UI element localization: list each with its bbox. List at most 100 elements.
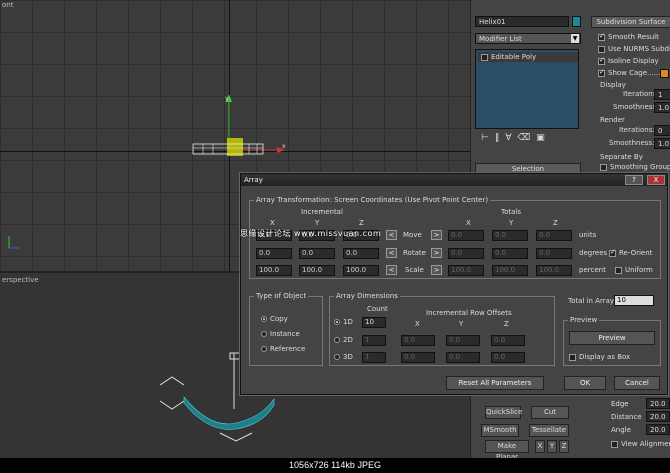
chevron-down-icon[interactable]: ▼ <box>571 34 579 43</box>
copy-radio[interactable]: Copy <box>261 315 288 323</box>
count-2d[interactable]: 1 <box>362 335 386 346</box>
uniform-check[interactable] <box>615 266 622 274</box>
dialog-titlebar[interactable]: Array <box>241 174 667 186</box>
pin-stack-icon[interactable]: ⊢ <box>481 133 489 147</box>
distance-field[interactable]: 20.0 <box>646 411 670 422</box>
object-name-field[interactable]: Helix01 <box>475 16 569 27</box>
reference-radio[interactable]: Reference <box>261 345 305 353</box>
view-align-field[interactable]: 20.0 <box>646 398 670 409</box>
render-iterations-field[interactable]: 0 <box>654 125 670 136</box>
scale-tot-x[interactable]: 100.0 <box>448 265 484 276</box>
render-smoothness-field[interactable]: 1.0 <box>654 138 670 149</box>
offset-2d-z[interactable]: 0.0 <box>491 335 525 346</box>
svg-text:x: x <box>282 143 286 150</box>
rotate-tot-x[interactable]: 0.0 <box>448 248 484 259</box>
smoothing-groups-check[interactable] <box>600 163 607 171</box>
rotate-inc-z[interactable]: 0.0 <box>343 248 379 259</box>
instance-radio[interactable]: Instance <box>261 330 300 338</box>
smooth-result-check[interactable] <box>598 32 605 41</box>
make-unique-icon[interactable]: ∀ <box>505 133 511 147</box>
show-cage-checkbox[interactable]: Show Cage...... <box>598 68 660 77</box>
re-orient-label: Re-Orient <box>619 249 653 257</box>
dim-2d-dot[interactable] <box>334 337 340 343</box>
show-end-result-icon[interactable]: ‖ <box>495 133 500 147</box>
move-right-arrow-icon[interactable]: > <box>431 230 442 240</box>
view-align-checkbox[interactable]: View Alignment <box>611 440 670 448</box>
offset-2d-y[interactable]: 0.0 <box>446 335 480 346</box>
reset-all-parameters-button[interactable]: Reset All Parameters <box>446 376 544 390</box>
scale-inc-y[interactable]: 100.0 <box>299 265 335 276</box>
scale-inc-x[interactable]: 100.0 <box>256 265 292 276</box>
cut-button[interactable]: Cut <box>531 406 569 419</box>
smoothing-groups-checkbox[interactable]: Smoothing Groups <box>600 163 670 171</box>
move-tot-y[interactable]: 0.0 <box>492 230 528 241</box>
scale-tot-z[interactable]: 100.0 <box>536 265 572 276</box>
planar-z-button[interactable]: Z <box>559 440 569 453</box>
dim-1d-radio[interactable]: 1D <box>334 318 353 326</box>
display-as-box-check[interactable] <box>569 353 576 361</box>
viewport-label-perspective: erspective <box>2 276 39 284</box>
move-tot-z[interactable]: 0.0 <box>536 230 572 241</box>
scale-right-arrow-icon[interactable]: > <box>431 265 442 275</box>
angle-field[interactable]: 20.0 <box>646 424 670 435</box>
help-button[interactable]: ? <box>625 175 643 185</box>
modifier-list-dropdown[interactable]: Modifier List ▼ <box>475 33 581 44</box>
count-3d[interactable]: 1 <box>362 352 386 363</box>
configure-sets-icon[interactable]: ▣ <box>536 133 545 147</box>
rotate-tot-y[interactable]: 0.0 <box>492 248 528 259</box>
stack-item-editable-poly[interactable]: Editable Poly <box>478 52 578 62</box>
dim-3d-dot[interactable] <box>334 354 340 360</box>
msmooth-button[interactable]: MSmooth <box>481 424 519 437</box>
offset-3d-y[interactable]: 0.0 <box>446 352 480 363</box>
make-planar-button[interactable]: Make Planar <box>485 440 529 461</box>
scale-inc-z[interactable]: 100.0 <box>343 265 379 276</box>
modifier-stack[interactable]: Editable Poly <box>475 49 579 129</box>
count-1d[interactable]: 10 <box>362 317 386 328</box>
view-align-check[interactable] <box>611 440 618 448</box>
scale-tot-y[interactable]: 100.0 <box>492 265 528 276</box>
cancel-button[interactable]: Cancel <box>614 376 660 390</box>
smoothness-field[interactable]: 1.0 <box>654 102 670 113</box>
copy-radio-dot[interactable] <box>261 316 267 322</box>
re-orient-checkbox[interactable]: Re-Orient <box>609 248 653 257</box>
subdivision-rollout[interactable]: Subdivision Surface <box>591 16 670 28</box>
smooth-result-checkbox[interactable]: Smooth Result <box>598 32 659 41</box>
close-button[interactable]: X <box>647 175 665 185</box>
offset-3d-x[interactable]: 0.0 <box>401 352 435 363</box>
offset-2d-x[interactable]: 0.0 <box>401 335 435 346</box>
isoline-display-checkbox[interactable]: Isoline Display <box>598 56 659 65</box>
dim-2d-radio[interactable]: 2D <box>334 336 353 344</box>
preview-button[interactable]: Preview <box>569 331 655 345</box>
scale-left-arrow-icon[interactable]: < <box>386 265 397 275</box>
cage-color-swatch[interactable] <box>660 69 669 78</box>
iterations-field[interactable]: 1 <box>654 89 670 100</box>
uniform-checkbox[interactable]: Uniform <box>615 266 653 274</box>
quickslice-button[interactable]: QuickSlice <box>485 406 522 419</box>
move-left-arrow-icon[interactable]: < <box>386 230 397 240</box>
planar-x-button[interactable]: X <box>535 440 545 453</box>
rotate-tot-z[interactable]: 0.0 <box>536 248 572 259</box>
remove-modifier-icon[interactable]: ⌫ <box>518 133 531 147</box>
ok-button[interactable]: OK <box>564 376 606 390</box>
use-nurms-check[interactable] <box>598 45 605 53</box>
display-as-box-checkbox[interactable]: Display as Box <box>569 353 630 361</box>
isoline-display-check[interactable] <box>598 56 605 65</box>
rotate-right-arrow-icon[interactable]: > <box>431 248 442 258</box>
show-cage-check[interactable] <box>598 68 605 77</box>
rotate-inc-x[interactable]: 0.0 <box>256 248 292 259</box>
offset-3d-z[interactable]: 0.0 <box>491 352 525 363</box>
stack-item-toggle[interactable] <box>481 53 488 61</box>
planar-y-button[interactable]: Y <box>547 440 557 453</box>
object-color-swatch[interactable] <box>572 16 581 27</box>
dim-1d-dot[interactable] <box>334 319 340 325</box>
re-orient-check[interactable] <box>609 248 616 257</box>
rotate-left-arrow-icon[interactable]: < <box>386 248 397 258</box>
use-nurms-checkbox[interactable]: Use NURMS Subdiv <box>598 45 670 53</box>
move-tot-x[interactable]: 0.0 <box>448 230 484 241</box>
rotate-inc-y[interactable]: 0.0 <box>299 248 335 259</box>
selected-object[interactable]: y x <box>185 92 295 162</box>
dim-3d-radio[interactable]: 3D <box>334 353 353 361</box>
tessellate-button[interactable]: Tessellate <box>529 424 569 437</box>
instance-radio-dot[interactable] <box>261 331 267 337</box>
reference-radio-dot[interactable] <box>261 346 267 352</box>
